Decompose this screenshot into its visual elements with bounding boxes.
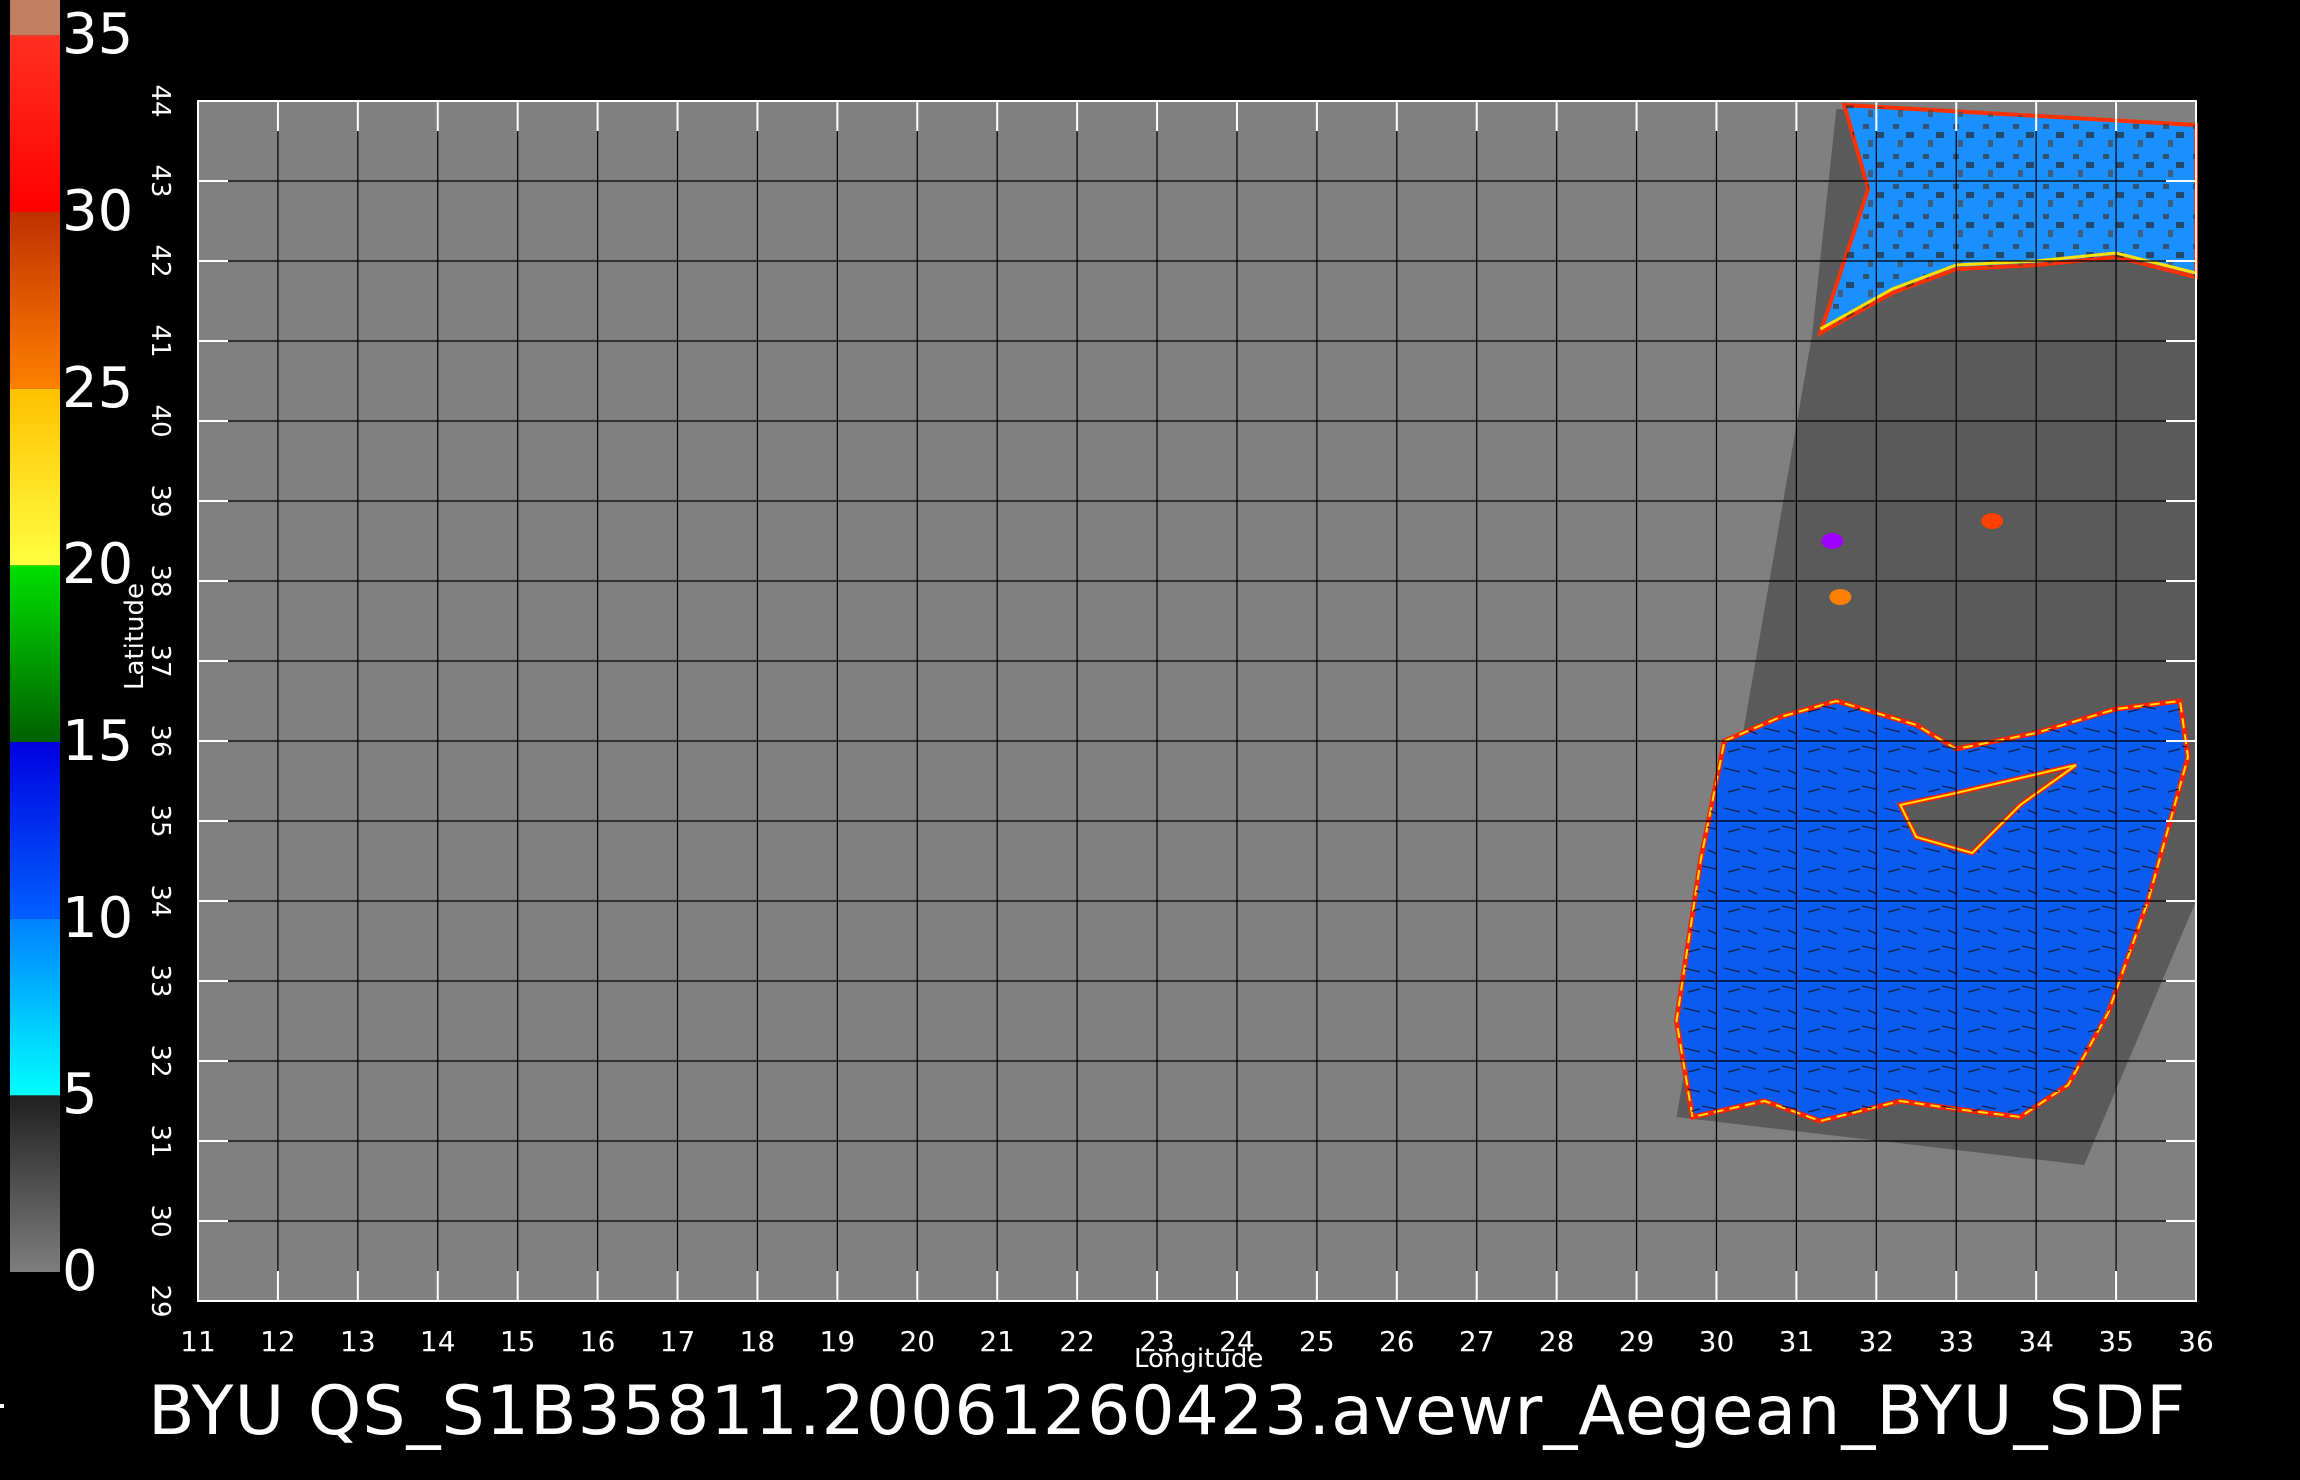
map-plot-area: [197, 100, 2198, 1302]
map-figure: [10, 0, 2198, 1302]
longitude-tick-label: 33: [1938, 1325, 1975, 1358]
latitude-tick-label: 32: [145, 1044, 175, 1078]
longitude-tick-label: 12: [260, 1325, 296, 1358]
latitude-tick-label: 35: [145, 804, 175, 838]
footer-bullet: [0, 1404, 4, 1408]
longitude-tick-label: 18: [739, 1325, 776, 1358]
latitude-tick-label: 40: [145, 404, 175, 438]
colorbar-label: 35: [62, 2, 134, 68]
x-axis-title: Longitude: [1134, 1344, 1264, 1374]
latitude-tick-label: 30: [145, 1204, 175, 1238]
longitude-tick-label: 22: [1059, 1325, 1095, 1358]
colorbar-band: [10, 35, 60, 213]
colorbar-band: [10, 388, 60, 566]
latitude-tick-label: 34: [145, 884, 175, 918]
latitude-tick-label: 38: [145, 564, 175, 598]
longitude-tick-label: 20: [899, 1325, 936, 1358]
colorbar-band: [10, 1095, 60, 1272]
longitude-tick-label: 28: [1538, 1325, 1575, 1358]
colorbar-band: [10, 742, 60, 919]
colorbar-label: 25: [62, 355, 134, 421]
colorbar: [10, 0, 60, 1272]
colorbar-band: [10, 212, 60, 389]
inland-lake-spot: [1821, 533, 1844, 549]
latitude-tick-label: 31: [145, 1124, 175, 1158]
longitude-tick-label: 19: [819, 1325, 856, 1358]
latitude-tick-label: 44: [145, 84, 175, 118]
longitude-tick-label: 34: [2018, 1325, 2054, 1358]
footer-filename: BYU QS_S1B35811.20061260423.avewr_Aegean…: [148, 1372, 2187, 1451]
longitude-tick-label: 13: [340, 1325, 376, 1358]
longitude-tick-label: 35: [2098, 1325, 2134, 1358]
colorbar-band: [10, 0, 60, 36]
inland-lake-spot: [1829, 589, 1852, 605]
colorbar-label: 10: [62, 885, 134, 951]
latitude-tick-label: 33: [145, 964, 175, 998]
longitude-tick-label: 29: [1618, 1325, 1655, 1358]
longitude-tick-label: 31: [1778, 1325, 1815, 1358]
longitude-tick-label: 14: [419, 1325, 456, 1358]
longitude-tick-label: 30: [1698, 1325, 1735, 1358]
longitude-tick-label: 25: [1299, 1325, 1335, 1358]
longitude-tick-label: 21: [979, 1325, 1016, 1358]
colorbar-band: [10, 565, 60, 742]
longitude-tick-label: 15: [499, 1325, 536, 1358]
y-axis-title: Latitude: [120, 582, 150, 690]
colorbar-label: 0: [62, 1239, 98, 1304]
longitude-tick-label: 26: [1378, 1325, 1415, 1358]
latitude-tick-label: 41: [145, 324, 175, 358]
colorbar-label: 30: [62, 179, 134, 244]
colorbar-label: 5: [62, 1062, 98, 1128]
latitude-tick-label: 42: [145, 244, 175, 278]
colorbar-band: [10, 918, 60, 1096]
longitude-tick-label: 11: [180, 1325, 216, 1358]
latitude-tick-label: 29: [145, 1284, 175, 1318]
latitude-tick-label: 39: [145, 484, 175, 518]
longitude-tick-label: 17: [659, 1325, 696, 1358]
longitude-tick-label: 36: [2178, 1325, 2214, 1358]
longitude-tick-label: 27: [1458, 1325, 1495, 1358]
colorbar-label: 15: [62, 709, 134, 774]
inland-lake-spot: [1981, 513, 2004, 529]
latitude-tick-label: 37: [145, 644, 175, 678]
latitude-tick-label: 43: [145, 164, 175, 198]
latitude-tick-label: 36: [145, 724, 175, 758]
longitude-tick-label: 32: [1858, 1325, 1895, 1358]
longitude-tick-label: 16: [579, 1325, 616, 1358]
